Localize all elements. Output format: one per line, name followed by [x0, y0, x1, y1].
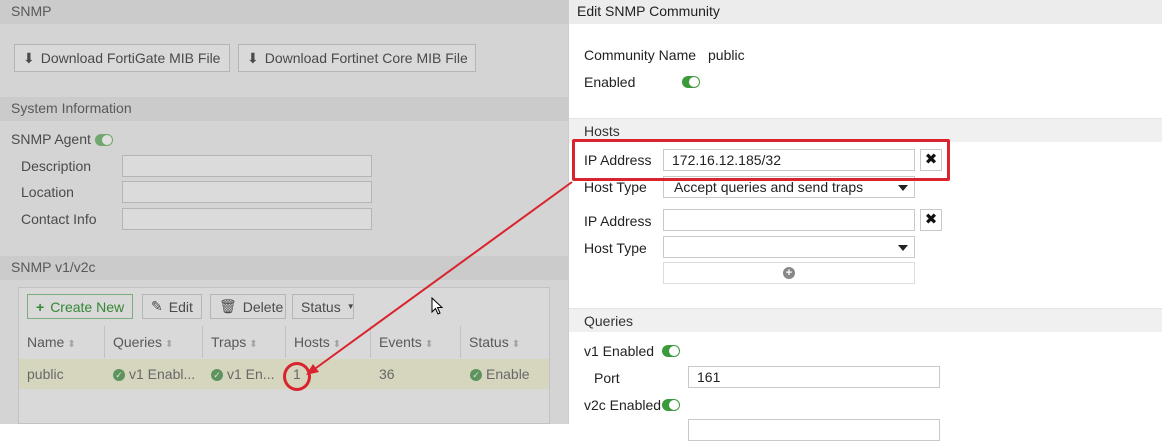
mouse-cursor-icon	[431, 297, 444, 315]
annotation-arrow	[306, 181, 573, 375]
